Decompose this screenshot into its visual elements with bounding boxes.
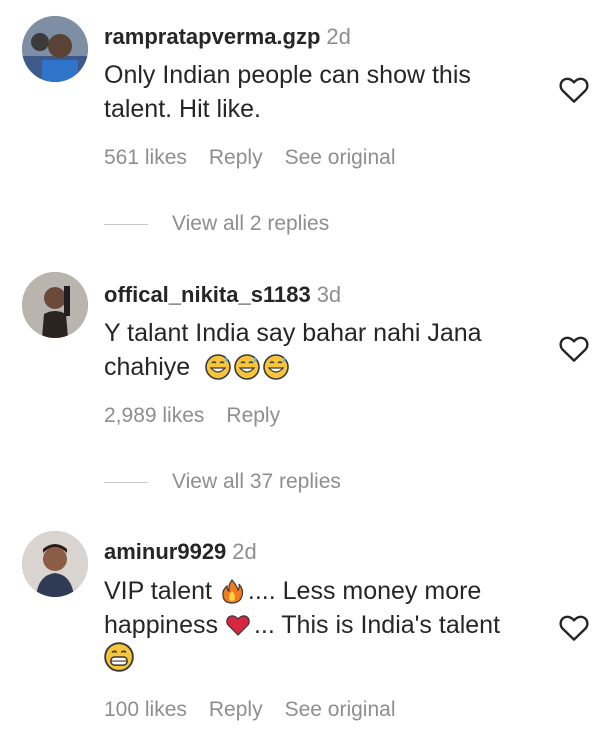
likes-count[interactable]: 100 likes [104,698,187,721]
comment-line-2: chahiye [104,350,482,384]
avatar[interactable] [22,16,88,82]
username[interactable]: offical_nikita_s1183 [104,282,311,307]
view-replies-label: View all 2 replies [172,212,330,235]
grinning-face-with-sweat-icon [234,354,260,380]
timestamp: 2d [232,539,257,564]
avatar[interactable] [22,531,88,597]
fire-icon [222,579,244,604]
red-heart-icon [226,615,250,636]
username[interactable]: rampratapverma.gzp [104,24,320,49]
reply-button[interactable]: Reply [226,404,280,427]
comment-line: Only Indian people can show this [104,61,471,89]
comment-meta: 2,989 likes Reply [104,404,302,428]
divider-line [104,481,148,483]
heart-outline-icon[interactable] [558,612,590,642]
see-original-button[interactable]: See original [285,698,396,721]
comment-text: Only Indian people can show this talent.… [104,58,471,126]
comment-text-part: happiness [104,611,225,639]
divider-line [104,223,148,225]
comment-header: rampratapverma.gzp 2d [104,24,351,50]
heart-outline-icon[interactable] [558,333,590,363]
comment-text-part: ... This is India's talent [253,611,501,639]
comment-header: aminur9929 2d [104,539,257,565]
comment-line: Y talant India say bahar nahi Jana [104,319,482,347]
view-replies-button[interactable]: View all 37 replies [104,470,341,494]
see-original-button[interactable]: See original [285,146,396,169]
likes-count[interactable]: 561 likes [104,146,187,169]
grimacing-face-icon [104,642,134,672]
comment-text: Y talant India say bahar nahi Jana chahi… [104,316,482,384]
view-replies-button[interactable]: View all 2 replies [104,212,329,236]
comment-line: chahiye [104,353,191,381]
username[interactable]: aminur9929 [104,539,226,564]
timestamp: 2d [326,24,351,49]
comment-line: talent. Hit like. [104,95,262,123]
timestamp: 3d [316,282,342,307]
avatar[interactable] [22,272,88,338]
comment-text: VIP talent .... Less money more happines… [104,574,500,676]
grinning-face-with-sweat-icon [205,354,231,380]
comment-line: VIP talent .... Less money more [104,574,500,608]
reply-button[interactable]: Reply [209,146,263,169]
heart-outline-icon[interactable] [558,74,590,104]
reply-button[interactable]: Reply [209,698,263,721]
comment-line: happiness ... This is India's talent [104,608,500,642]
comment-meta: 100 likes Reply See original [104,698,418,722]
grinning-face-with-sweat-icon [263,354,289,380]
comment-header: offical_nikita_s1183 3d [104,282,341,308]
view-replies-label: View all 37 replies [172,470,341,493]
likes-count[interactable]: 2,989 likes [104,404,204,427]
comment-text-part: VIP talent [104,577,219,605]
comment-text-part: .... Less money more [247,577,482,605]
comment-line [104,642,500,676]
comment-meta: 561 likes Reply See original [104,146,418,170]
